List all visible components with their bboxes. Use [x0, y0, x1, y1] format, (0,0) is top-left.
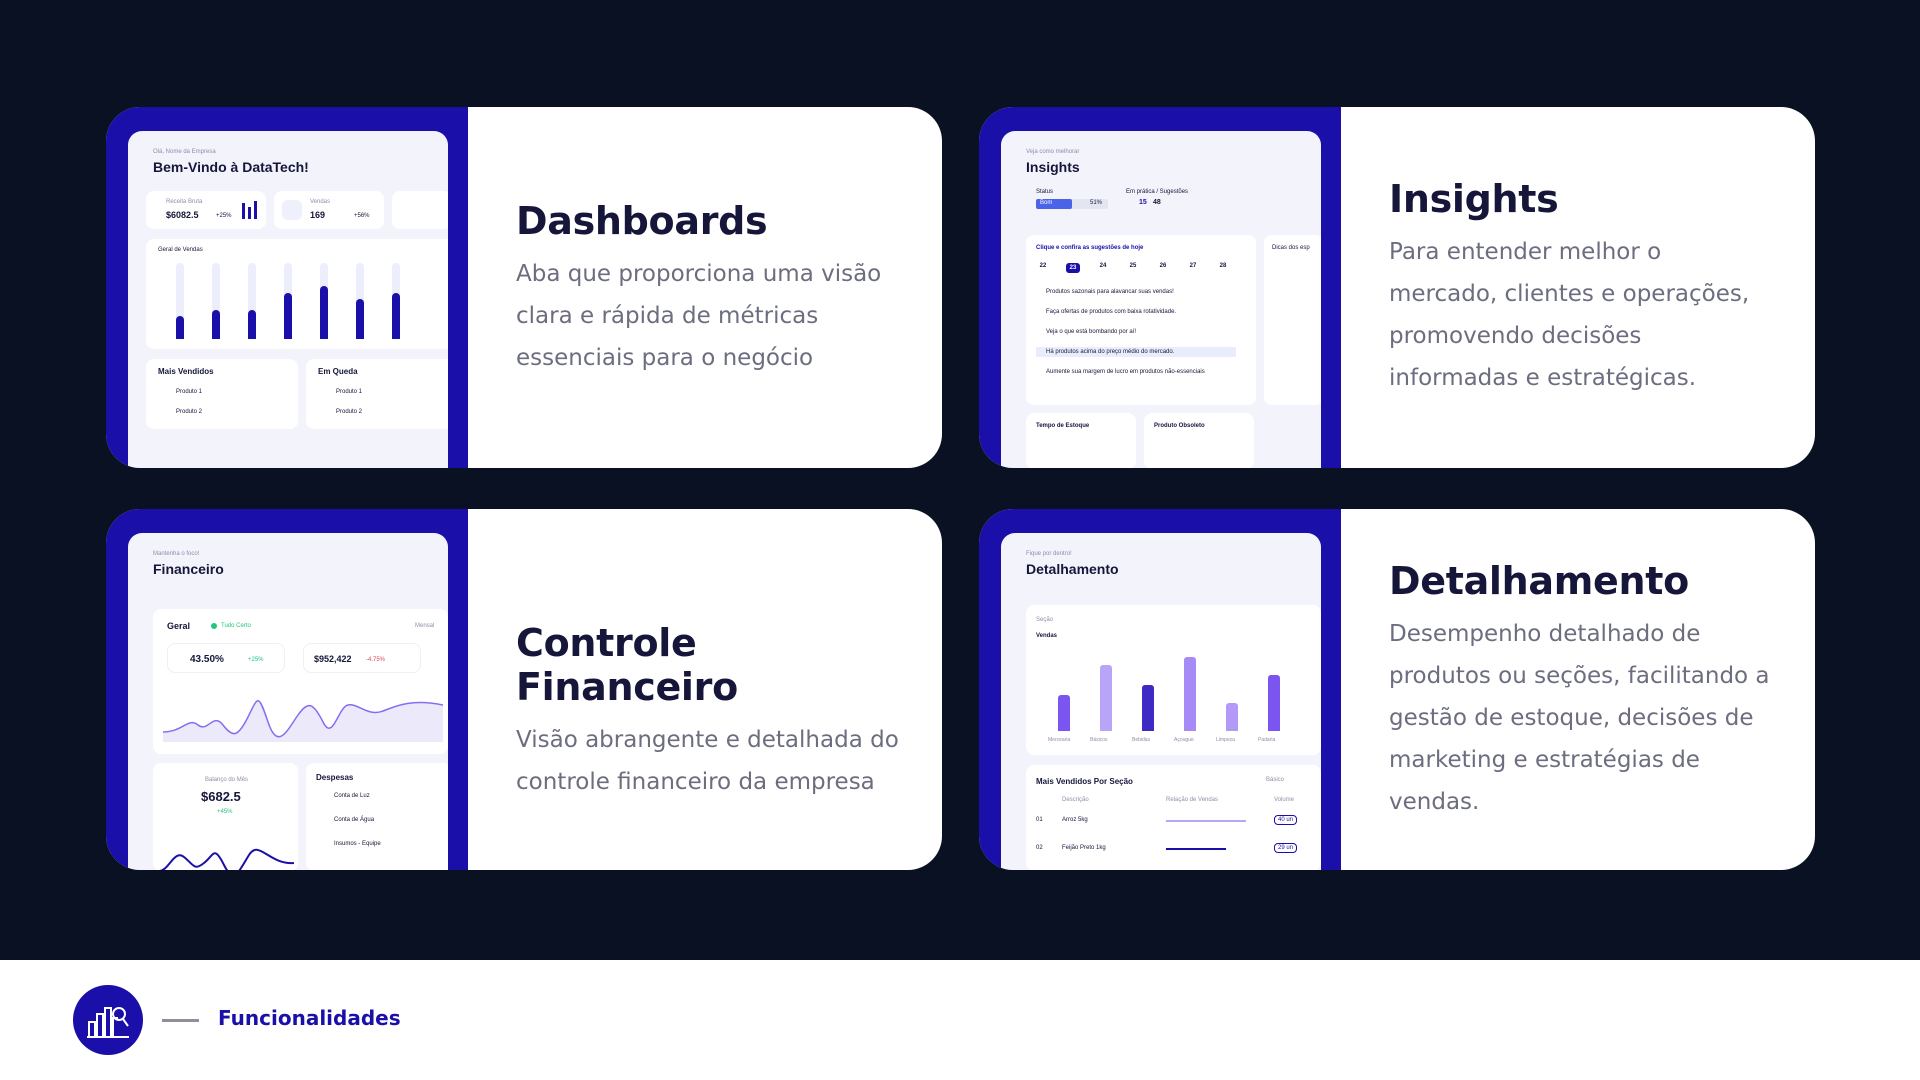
- chart-bar: [392, 293, 400, 339]
- tip-item[interactable]: Veja o que está bombando por aí!: [1036, 327, 1236, 337]
- day-chip[interactable]: 26: [1156, 263, 1170, 269]
- chart-bar: [212, 310, 220, 339]
- section-bar-label: Básicos: [1090, 737, 1108, 743]
- finance-wave-chart: [163, 700, 443, 742]
- chart-bar: [176, 316, 184, 339]
- tip-item[interactable]: Produtos sazonais para alavancar suas ve…: [1036, 287, 1236, 297]
- tips-side-card: Dicas dos esp: [1264, 235, 1321, 405]
- section-bar: [1100, 665, 1112, 731]
- sales-chart-card: Geral de Vendas: [146, 239, 448, 349]
- section-bar: [1226, 703, 1238, 731]
- card-text: Insights Para entender melhor o mercado,…: [1389, 177, 1775, 399]
- section-bar-label: Açougue: [1174, 737, 1194, 743]
- tip-item[interactable]: Aumente sua margem de lucro em produtos …: [1036, 367, 1236, 377]
- feature-card-detalhamento[interactable]: Fique por dentro! Detalhamento Seção Ven…: [979, 509, 1815, 870]
- feature-card-financeiro[interactable]: Mantenha o foco! Financeiro Geral Tudo C…: [106, 509, 942, 870]
- feature-card-dashboards[interactable]: Olá, Nome da Empresa Bem-Vindo à DataTec…: [106, 107, 942, 468]
- section-bar-label: Limpeza: [1216, 737, 1235, 743]
- day-chip[interactable]: 28: [1216, 263, 1230, 269]
- general-card: Geral Tudo Certo Mensal 43.50% +25% $952…: [153, 609, 448, 754]
- chart-bar: [248, 310, 256, 339]
- sales-by-section-card: Seção Vendas Mercearia Básicos Bebidas Açou…: [1026, 605, 1321, 755]
- day-chip[interactable]: 22: [1036, 263, 1050, 269]
- revenue-card: Receita Bruta $6082.5 +25%: [146, 191, 266, 229]
- card-title: Insights: [1389, 177, 1559, 221]
- card-description: Visão abrangente e detalhada do controle…: [516, 727, 899, 795]
- chart-bar: [356, 298, 364, 339]
- day-chip[interactable]: 27: [1186, 263, 1200, 269]
- stock-time-card: Tempo de Estoque: [1026, 413, 1136, 468]
- screenshot-heading: Bem-Vindo à DataTech!: [153, 159, 309, 175]
- feature-card-insights[interactable]: Veja como melhorar Insights Status Bom 5…: [979, 107, 1815, 468]
- financeiro-screenshot: Mantenha o foco! Financeiro Geral Tudo C…: [128, 533, 448, 870]
- screenshot-heading: Insights: [1026, 159, 1080, 175]
- tip-item[interactable]: Há produtos acima do preço médio do merc…: [1036, 347, 1236, 357]
- card-text: Dashboards Aba que proporciona uma visão…: [516, 199, 902, 379]
- expenses-card: Despesas Conta de Luz Conta de Água Insu…: [306, 763, 448, 870]
- detalhamento-screenshot: Fique por dentro! Detalhamento Seção Ven…: [1001, 533, 1321, 870]
- declining-card: Em Queda Produto 1 Produto 2: [306, 359, 448, 429]
- card-title: Controle Financeiro: [516, 621, 738, 709]
- section-bar-label: Bebidas: [1132, 737, 1151, 743]
- sales-card: Vendas 169 +56%: [274, 191, 384, 229]
- top-sellers-card: Mais Vendidos Produto 1 Produto 2: [146, 359, 298, 429]
- greeting: Olá, Nome da Empresa: [153, 149, 216, 155]
- card-text: Detalhamento Desempenho detalhado de pro…: [1389, 559, 1775, 823]
- section-bar: [1184, 657, 1196, 731]
- section-bar: [1142, 684, 1154, 731]
- dashboard-screenshot: Olá, Nome da Empresa Bem-Vindo à DataTec…: [128, 131, 448, 468]
- insights-screenshot: Veja como melhorar Insights Status Bom 5…: [1001, 131, 1321, 468]
- section-bar-label: Padaria: [1258, 737, 1276, 743]
- top-by-section-table: Mais Vendidos Por Seção Básico Descrição…: [1026, 765, 1321, 870]
- day-chip[interactable]: 23: [1066, 263, 1080, 273]
- day-chip[interactable]: 25: [1126, 263, 1140, 269]
- suggestions-card: Clique e confira as sugestões de hoje 22…: [1026, 235, 1256, 405]
- card-text: Controle Financeiro Visão abrangente e d…: [516, 621, 902, 803]
- footer-divider: [162, 1019, 199, 1022]
- card-description: Aba que proporciona uma visão clara e rá…: [516, 261, 882, 371]
- tip-item[interactable]: Faça ofertas de produtos com baixa rotat…: [1036, 307, 1236, 317]
- section-label: Funcionalidades: [218, 1006, 401, 1030]
- city-chart-icon: [73, 985, 143, 1055]
- card-description: Desempenho detalhado de produtos ou seçõ…: [1389, 621, 1770, 815]
- card-description: Para entender melhor o mercado, clientes…: [1389, 239, 1750, 391]
- day-chip[interactable]: 24: [1096, 263, 1110, 269]
- month-balance-card: Balanço do Mês $682.5 +45%: [153, 763, 298, 870]
- section-bar-label: Mercearia: [1048, 737, 1071, 743]
- chart-bar: [284, 293, 292, 339]
- screenshot-heading: Financeiro: [153, 561, 224, 577]
- section-bar: [1268, 675, 1280, 731]
- card-title: Dashboards: [516, 199, 768, 243]
- obsolete-card: Produto Obsoleto: [1144, 413, 1254, 468]
- chart-bar: [320, 285, 328, 339]
- screenshot-heading: Detalhamento: [1026, 561, 1119, 577]
- section-bar: [1058, 695, 1070, 731]
- card-title: Detalhamento: [1389, 559, 1689, 603]
